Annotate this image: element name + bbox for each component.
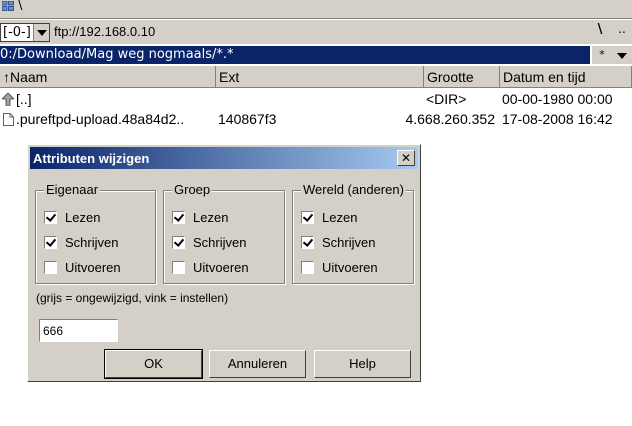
file-date: 17-08-2008 16:42 <box>502 111 613 127</box>
file-name: [..] <box>16 91 32 107</box>
checkbox-box[interactable] <box>301 211 314 224</box>
dialog-title: Attributen wijzigen <box>33 151 150 166</box>
checkbox-label: Schrijven <box>65 235 119 250</box>
column-header-size[interactable]: Grootte <box>424 66 500 88</box>
checkbox-label: Schrijven <box>193 235 247 250</box>
ok-button[interactable]: OK <box>104 349 203 379</box>
world-execute-checkbox[interactable]: Uitvoeren <box>301 259 411 277</box>
owner-read-checkbox[interactable]: Lezen <box>44 209 154 227</box>
file-name: .pureftpd-upload.48a84d2.. <box>16 111 185 127</box>
close-icon[interactable]: ✕ <box>397 150 415 166</box>
history-dropdown-button[interactable] <box>612 46 632 64</box>
group-world: Wereld (anderen) Lezen Schrijven Uitvoer… <box>292 182 414 284</box>
grid-view-icon[interactable] <box>2 1 14 11</box>
file-date: 00-00-1980 00:00 <box>502 91 613 107</box>
checkbox-box[interactable] <box>301 261 314 274</box>
column-header-ext[interactable]: Ext <box>216 66 424 88</box>
mode-input[interactable]: 666 <box>39 319 118 342</box>
root-button[interactable]: \ <box>592 22 608 42</box>
world-write-checkbox[interactable]: Schrijven <box>301 234 411 252</box>
owner-write-checkbox[interactable]: Schrijven <box>44 234 154 252</box>
checkbox-box[interactable] <box>172 236 185 249</box>
checkbox-label: Lezen <box>322 210 358 225</box>
file-icon <box>3 113 14 126</box>
checkbox-label: Uitvoeren <box>193 260 249 275</box>
checkbox-label: Lezen <box>193 210 229 225</box>
cancel-button[interactable]: Annuleren <box>209 350 306 378</box>
owner-execute-checkbox[interactable]: Uitvoeren <box>44 259 154 277</box>
current-path-text: \ <box>18 0 23 13</box>
group-owner: Eigenaar Lezen Schrijven Uitvoeren <box>35 182 156 284</box>
group-owner-legend: Eigenaar <box>44 182 101 197</box>
file-ext: 140867f3 <box>218 111 277 127</box>
checkbox-box[interactable] <box>172 211 185 224</box>
group-write-checkbox[interactable]: Schrijven <box>172 234 282 252</box>
file-size: <DIR> <box>426 91 467 107</box>
drive-select[interactable]: [-0-] <box>0 23 50 42</box>
group-read-checkbox[interactable]: Lezen <box>172 209 282 227</box>
column-header-date[interactable]: Datum en tijd <box>500 66 632 88</box>
checkbox-box[interactable] <box>172 261 185 274</box>
help-button[interactable]: Help <box>314 350 411 378</box>
parent-button[interactable]: .. <box>612 22 632 42</box>
checkbox-box[interactable] <box>301 236 314 249</box>
chevron-down-icon[interactable] <box>33 24 49 41</box>
drive-bar: [-0-] ftp://192.168.0.10 \ .. <box>0 20 632 44</box>
checkbox-box[interactable] <box>44 236 57 249</box>
drive-select-value: [-0-] <box>3 25 31 40</box>
column-header-name[interactable]: ↑Naam <box>0 66 216 88</box>
world-read-checkbox[interactable]: Lezen <box>301 209 411 227</box>
file-row[interactable]: [..] <DIR> 00-00-1980 00:00 <box>0 90 632 109</box>
path-bar[interactable]: 0:/Download/Mag weg nogmaals/*.* <box>0 46 590 64</box>
group-execute-checkbox[interactable]: Uitvoeren <box>172 259 282 277</box>
group-group-legend: Groep <box>172 182 213 197</box>
file-row[interactable]: .pureftpd-upload.48a84d2.. 140867f3 4.66… <box>0 110 632 129</box>
group-group: Groep Lezen Schrijven Uitvoeren <box>163 182 285 284</box>
checkbox-label: Schrijven <box>322 235 376 250</box>
hint-text: (grijs = ongewijzigd, vink = instellen) <box>36 291 229 305</box>
file-size: 4.668.260.352 <box>405 111 495 127</box>
change-attributes-dialog: Attributen wijzigen ✕ Eigenaar Lezen Sch… <box>27 144 421 382</box>
checkbox-label: Lezen <box>65 210 101 225</box>
checkbox-label: Uitvoeren <box>322 260 378 275</box>
connection-label: ftp://192.168.0.10 <box>54 24 156 39</box>
file-manager-window: \ [-0-] ftp://192.168.0.10 \ .. 0:/Downl… <box>0 0 632 426</box>
up-directory-icon <box>2 93 14 106</box>
checkbox-box[interactable] <box>44 211 57 224</box>
checkbox-label: Uitvoeren <box>65 260 121 275</box>
dialog-titlebar[interactable]: Attributen wijzigen ✕ <box>30 147 418 169</box>
path-bar-text: 0:/Download/Mag weg nogmaals/*.* <box>0 47 234 62</box>
top-strip: \ <box>0 0 632 19</box>
filter-button[interactable]: * <box>592 46 612 64</box>
group-world-legend: Wereld (anderen) <box>301 182 406 197</box>
checkbox-box[interactable] <box>44 261 57 274</box>
